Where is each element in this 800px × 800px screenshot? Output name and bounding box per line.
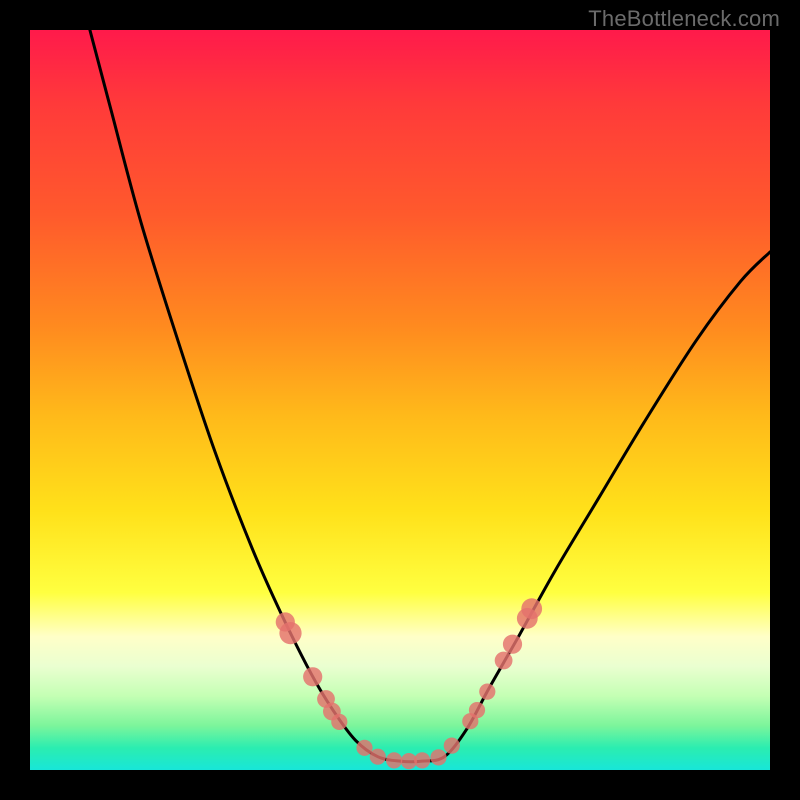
markers-group bbox=[276, 598, 542, 769]
data-marker bbox=[503, 635, 522, 654]
data-marker bbox=[317, 690, 335, 708]
data-marker bbox=[444, 738, 460, 754]
chart-frame: TheBottleneck.com bbox=[0, 0, 800, 800]
data-marker bbox=[303, 667, 322, 686]
data-marker bbox=[479, 684, 495, 700]
data-marker bbox=[401, 753, 417, 769]
data-marker bbox=[521, 598, 542, 619]
data-marker bbox=[331, 714, 347, 730]
bottleneck-curve bbox=[90, 30, 770, 762]
data-marker bbox=[430, 749, 446, 765]
plot-area bbox=[30, 30, 770, 770]
watermark-text: TheBottleneck.com bbox=[588, 6, 780, 32]
data-marker bbox=[517, 608, 538, 629]
data-marker bbox=[276, 612, 295, 631]
data-marker bbox=[279, 622, 301, 644]
data-marker bbox=[386, 752, 402, 768]
data-marker bbox=[469, 702, 485, 718]
data-marker bbox=[370, 749, 386, 765]
chart-svg bbox=[30, 30, 770, 770]
data-marker bbox=[495, 652, 513, 670]
data-marker bbox=[462, 713, 478, 729]
data-marker bbox=[323, 703, 341, 721]
data-marker bbox=[356, 740, 372, 756]
data-marker bbox=[414, 752, 430, 768]
